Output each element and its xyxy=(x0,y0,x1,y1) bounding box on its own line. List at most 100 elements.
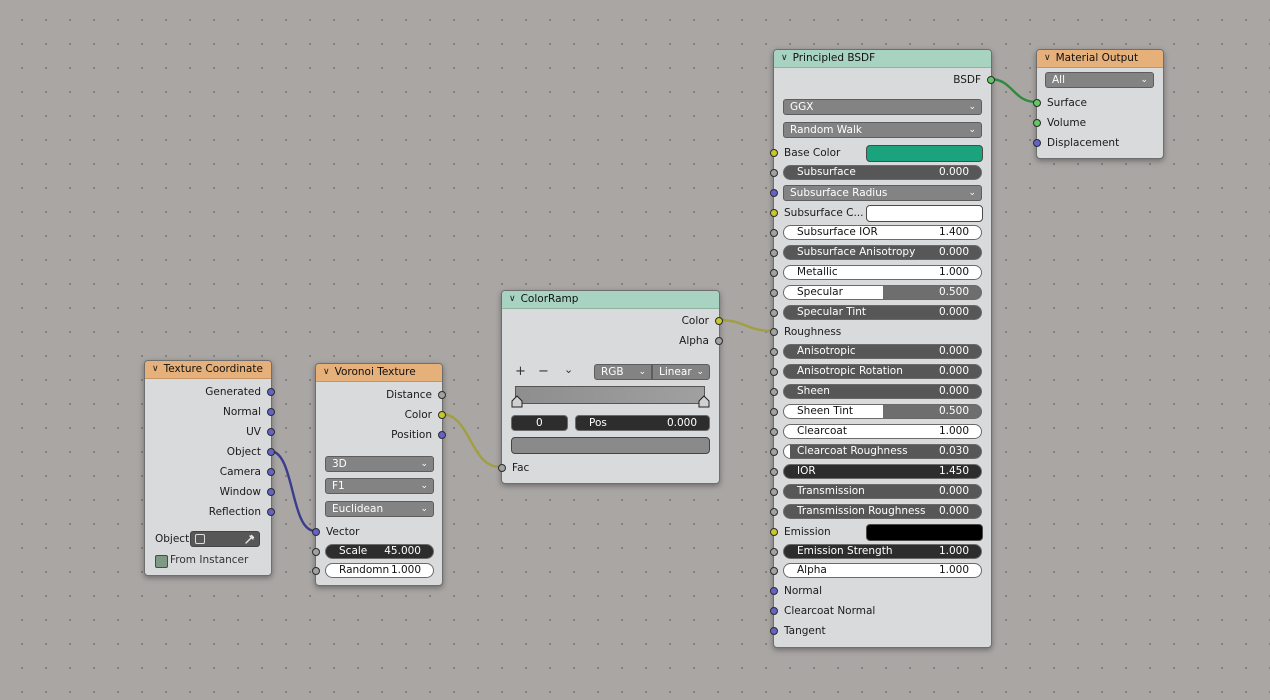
socket-subsurface-radius[interactable] xyxy=(770,189,778,197)
socket-color[interactable] xyxy=(438,411,446,419)
subsurface-field[interactable]: Subsurface 0.000 xyxy=(783,165,982,180)
subsurface-anisotropy-field[interactable]: Subsurface Anisotropy 0.000 xyxy=(783,245,982,260)
emission-color-swatch[interactable] xyxy=(866,524,983,541)
socket-camera[interactable] xyxy=(267,468,275,476)
clearcoat-roughness-field[interactable]: Clearcoat Roughness 0.030 xyxy=(783,444,982,459)
socket-subsurface-color[interactable] xyxy=(770,209,778,217)
socket-displacement[interactable] xyxy=(1033,139,1041,147)
collapse-chevron-icon[interactable]: ∨ xyxy=(1044,50,1051,67)
socket-specular-tint[interactable] xyxy=(770,309,778,317)
sheen-tint-field[interactable]: Sheen Tint 0.500 xyxy=(783,404,982,419)
dimensions-dropdown[interactable]: 3D ⌄ xyxy=(325,456,434,472)
randomness-field[interactable]: Randomn 1.000 xyxy=(325,563,434,578)
principled-bsdf-node[interactable]: ∨ Principled BSDF BSDF GGX ⌄ Random Walk ⌄… xyxy=(770,49,995,648)
socket-emission-strength[interactable] xyxy=(770,548,778,556)
ramp-stop-right-icon[interactable] xyxy=(698,395,710,408)
socket-scale[interactable] xyxy=(312,548,320,556)
scale-field[interactable]: Scale 45.000 xyxy=(325,544,434,559)
metallic-field[interactable]: Metallic 1.000 xyxy=(783,265,982,280)
specular-field[interactable]: Specular 0.500 xyxy=(783,285,982,300)
alpha-field[interactable]: Alpha 1.000 xyxy=(783,563,982,578)
socket-generated[interactable] xyxy=(267,388,275,396)
socket-subsurface-anisotropy[interactable] xyxy=(770,249,778,257)
socket-randomness[interactable] xyxy=(312,567,320,575)
socket-normal[interactable] xyxy=(770,587,778,595)
base-color-swatch[interactable] xyxy=(866,145,983,162)
eyedropper-icon[interactable] xyxy=(244,534,255,545)
collapse-chevron-icon[interactable]: ∨ xyxy=(509,291,516,308)
texture-coordinate-header[interactable]: ∨ Texture Coordinate xyxy=(145,361,271,379)
render-target-dropdown[interactable]: All ⌄ xyxy=(1045,72,1154,88)
socket-sheen[interactable] xyxy=(770,388,778,396)
anisotropic-rotation-field[interactable]: Anisotropic Rotation 0.000 xyxy=(783,364,982,379)
object-picker-field[interactable] xyxy=(190,531,260,547)
ior-field[interactable]: IOR 1.450 xyxy=(783,464,982,479)
socket-transmission[interactable] xyxy=(770,488,778,496)
distribution-dropdown[interactable]: GGX ⌄ xyxy=(783,99,982,115)
socket-anisotropic[interactable] xyxy=(770,348,778,356)
socket-subsurface-ior[interactable] xyxy=(770,229,778,237)
colorramp-header[interactable]: ∨ ColorRamp xyxy=(502,291,719,309)
sheen-field[interactable]: Sheen 0.000 xyxy=(783,384,982,399)
socket-clearcoat-roughness[interactable] xyxy=(770,448,778,456)
voronoi-header[interactable]: ∨ Voronoi Texture xyxy=(316,364,442,382)
socket-clearcoat[interactable] xyxy=(770,428,778,436)
voronoi-texture-node[interactable]: ∨ Voronoi Texture Distance Color Positio… xyxy=(312,363,446,586)
specular-tint-field[interactable]: Specular Tint 0.000 xyxy=(783,305,982,320)
ramp-menu-chevron-icon[interactable]: ⌄ xyxy=(564,363,573,376)
distance-metric-dropdown[interactable]: Euclidean ⌄ xyxy=(325,501,434,517)
socket-color[interactable] xyxy=(715,317,723,325)
color-ramp-gradient[interactable] xyxy=(515,386,705,404)
socket-base-color[interactable] xyxy=(770,149,778,157)
subsurface-radius-dropdown[interactable]: Subsurface Radius ⌄ xyxy=(783,185,982,201)
socket-clearcoat-normal[interactable] xyxy=(770,607,778,615)
socket-distance[interactable] xyxy=(438,391,446,399)
socket-volume[interactable] xyxy=(1033,119,1041,127)
collapse-chevron-icon[interactable]: ∨ xyxy=(152,361,159,378)
remove-stop-button[interactable]: − xyxy=(538,364,549,379)
subsurface-ior-field[interactable]: Subsurface IOR 1.400 xyxy=(783,225,982,240)
emission-strength-field[interactable]: Emission Strength 1.000 xyxy=(783,544,982,559)
bsdf-header[interactable]: ∨ Principled BSDF xyxy=(774,50,991,68)
material-output-node[interactable]: ∨ Material Output All ⌄ Surface Volume Di… xyxy=(1033,49,1164,159)
socket-normal[interactable] xyxy=(267,408,275,416)
socket-anisotropic-rotation[interactable] xyxy=(770,368,778,376)
socket-transmission-roughness[interactable] xyxy=(770,508,778,516)
socket-surface[interactable] xyxy=(1033,99,1041,107)
socket-object[interactable] xyxy=(267,448,275,456)
transmission-field[interactable]: Transmission 0.000 xyxy=(783,484,982,499)
socket-alpha[interactable] xyxy=(770,567,778,575)
subsurface-color-swatch[interactable] xyxy=(866,205,983,222)
socket-uv[interactable] xyxy=(267,428,275,436)
material-output-header[interactable]: ∨ Material Output xyxy=(1037,50,1163,68)
socket-position[interactable] xyxy=(438,431,446,439)
socket-sheen-tint[interactable] xyxy=(770,408,778,416)
anisotropic-field[interactable]: Anisotropic 0.000 xyxy=(783,344,982,359)
socket-vector[interactable] xyxy=(312,528,320,536)
socket-alpha[interactable] xyxy=(715,337,723,345)
colorramp-node[interactable]: ∨ ColorRamp Color Alpha + − ⌄ RGB ⌄ Linea… xyxy=(498,290,723,484)
socket-window[interactable] xyxy=(267,488,275,496)
stop-color-swatch[interactable] xyxy=(511,437,710,454)
feature-dropdown[interactable]: F1 ⌄ xyxy=(325,478,434,494)
socket-roughness[interactable] xyxy=(770,328,778,336)
collapse-chevron-icon[interactable]: ∨ xyxy=(781,50,788,67)
stop-index-field[interactable]: 0 xyxy=(511,415,568,431)
transmission-roughness-field[interactable]: Transmission Roughness 0.000 xyxy=(783,504,982,519)
ramp-stop-left-icon[interactable] xyxy=(511,395,523,408)
socket-metallic[interactable] xyxy=(770,269,778,277)
clearcoat-field[interactable]: Clearcoat 1.000 xyxy=(783,424,982,439)
socket-subsurface[interactable] xyxy=(770,169,778,177)
add-stop-button[interactable]: + xyxy=(515,364,526,379)
socket-specular[interactable] xyxy=(770,289,778,297)
socket-reflection[interactable] xyxy=(267,508,275,516)
color-mode-dropdown[interactable]: RGB ⌄ xyxy=(594,364,652,380)
from-instancer-checkbox[interactable] xyxy=(155,555,168,568)
socket-emission[interactable] xyxy=(770,528,778,536)
socket-ior[interactable] xyxy=(770,468,778,476)
socket-bsdf[interactable] xyxy=(987,76,995,84)
collapse-chevron-icon[interactable]: ∨ xyxy=(323,364,330,381)
interpolation-dropdown[interactable]: Linear ⌄ xyxy=(652,364,710,380)
socket-fac[interactable] xyxy=(498,464,506,472)
stop-position-field[interactable]: Pos 0.000 xyxy=(575,415,710,431)
